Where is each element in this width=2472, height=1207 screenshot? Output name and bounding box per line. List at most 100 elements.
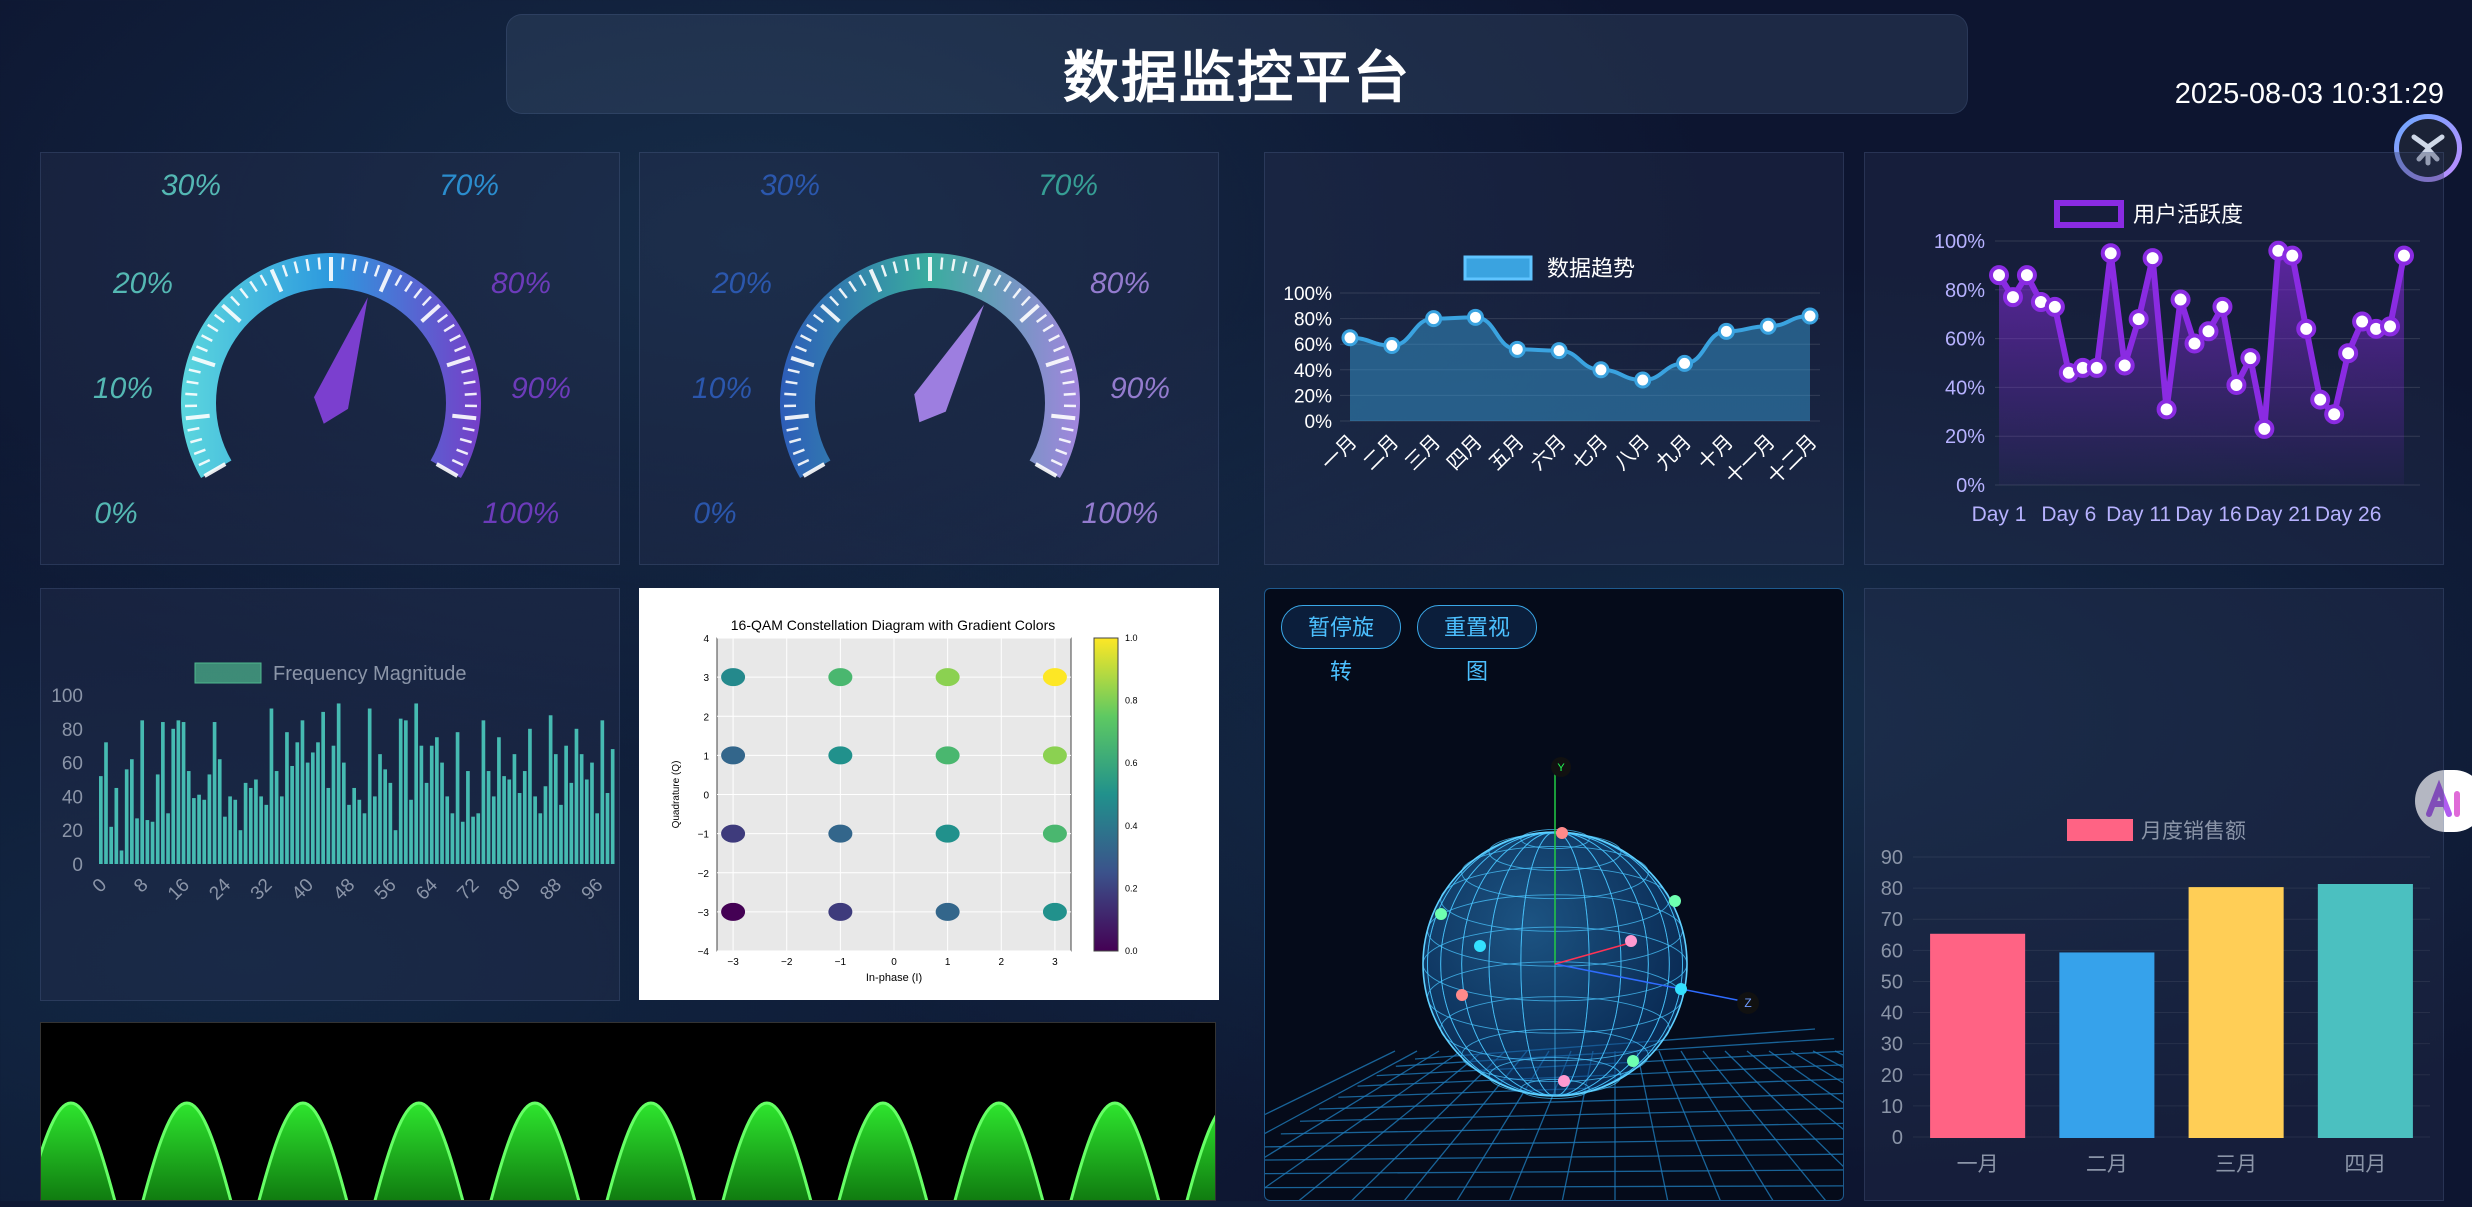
frequency-bar [383, 769, 387, 864]
y-tick-label: 20% [1945, 426, 1985, 448]
frequency-bar [611, 749, 615, 864]
colorbar [1094, 638, 1118, 951]
frequency-bar [507, 780, 511, 865]
gauge-label: 20% [711, 267, 772, 300]
x-tick-label: 八月 [1610, 431, 1654, 475]
x-tick-label: 56 [371, 875, 401, 905]
frequency-bar [528, 729, 532, 864]
activity-point [2131, 311, 2147, 327]
y-tick-label: 80% [1294, 310, 1332, 331]
frequency-bar [445, 796, 449, 864]
frequency-bar [358, 800, 362, 864]
activity-point [2284, 248, 2300, 264]
floor-grid-line [1725, 1051, 1844, 1201]
trend-point [1385, 338, 1399, 352]
legend-swatch [2067, 819, 2133, 841]
frequency-bar [135, 818, 139, 864]
x-tick-label: 五月 [1485, 431, 1529, 475]
constellation-point [936, 825, 960, 843]
frequency-bar [233, 800, 237, 864]
reset-view-button[interactable]: 重置视图 [1417, 605, 1537, 649]
frequency-bar [352, 788, 356, 864]
frequency-bar [120, 850, 124, 864]
constellation-point [936, 903, 960, 921]
constellation-point [1043, 825, 1067, 843]
gauge-label: 80% [491, 267, 551, 300]
legend-swatch [1465, 257, 1531, 279]
y-tick-label: 80% [1945, 280, 1985, 302]
trend-point [1594, 363, 1608, 377]
floor-grid-line [1791, 1051, 1844, 1201]
legend-label: 用户活跃度 [2133, 202, 2243, 227]
sphere-panel[interactable]: YZ 暂停旋转 重置视图 [1264, 588, 1844, 1201]
gauge-tick [784, 394, 796, 395]
trend-point [1427, 312, 1441, 326]
gauge-arc [780, 253, 1080, 478]
frequency-bar [239, 830, 243, 864]
colorbar-tick-label: 0.0 [1125, 946, 1138, 956]
x-tick-label: 二月 [1360, 431, 1404, 475]
y-tick-label: 40% [1945, 377, 1985, 399]
wave-hump [717, 1103, 817, 1201]
x-tick-label: Day 16 [2175, 503, 2242, 526]
pause-rotation-button[interactable]: 暂停旋转 [1281, 605, 1401, 649]
constellation-point [1043, 746, 1067, 764]
wave-hump [1065, 1103, 1165, 1201]
sphere-marker [1474, 940, 1486, 952]
gauge-label: 0% [94, 497, 137, 530]
frequency-bar [575, 729, 579, 864]
gauge-needle [314, 297, 368, 424]
y-tick-label: 10 [1881, 1096, 1903, 1118]
gauge-tick [342, 258, 343, 270]
gauge-tick [185, 394, 197, 395]
legend-label: 数据趋势 [1547, 256, 1635, 281]
gauge-arc [181, 253, 481, 478]
y-tick-label: −1 [698, 830, 710, 841]
frequency-bar [166, 813, 170, 864]
frequency-bar [564, 746, 568, 864]
wave-hump [137, 1103, 237, 1201]
wave-hump [41, 1103, 121, 1201]
frequency-bar [218, 759, 222, 864]
sphere-marker [1435, 908, 1447, 920]
gauge-panel-1: 0%10%20%30%70%80%90%100% [40, 152, 620, 565]
trend-point [1510, 342, 1524, 356]
frequency-bar [109, 827, 113, 864]
gauge-tick [785, 416, 809, 419]
activity-point [2298, 321, 2314, 337]
gauge-label: 90% [1110, 372, 1170, 405]
sphere-marker [1625, 935, 1637, 947]
y-axis-label: Y [1557, 762, 1565, 774]
frequency-bar [595, 813, 599, 864]
y-tick-label: 3 [703, 673, 709, 684]
constellation-point [721, 746, 745, 764]
frequency-bar [456, 732, 460, 864]
sphere-marker [1456, 989, 1468, 1001]
colorbar-tick-label: 0.4 [1125, 821, 1138, 831]
frequency-bar [223, 817, 227, 864]
frequency-bar [104, 742, 108, 864]
floor-grid-line [1265, 1185, 1844, 1188]
activity-point [2145, 250, 2161, 266]
constellation-point [721, 668, 745, 686]
frequency-bar [249, 788, 253, 864]
activity-point [2173, 292, 2189, 308]
frequency-bar-chart: Frequency Magnitude020406080100081624324… [41, 589, 621, 1002]
legend-label: 月度销售额 [2141, 820, 2246, 843]
y-tick-label: 40 [1881, 1003, 1903, 1025]
y-tick-label: 0% [1956, 475, 1985, 497]
gauge-label: 100% [483, 497, 560, 530]
floor-grid-line [1265, 1153, 1844, 1161]
gauge-label: 70% [439, 169, 499, 202]
x-tick-label: 一月 [1318, 431, 1362, 475]
gauge-tick [786, 382, 798, 384]
frequency-bar [409, 800, 413, 864]
x-tick-label: 88 [536, 875, 566, 905]
sales-bar [2319, 885, 2412, 1137]
sphere-marker [1556, 827, 1568, 839]
gauge-tick [452, 416, 476, 419]
x-tick-label: 三月 [1401, 431, 1445, 475]
gauge-needle [914, 305, 984, 422]
gauge-tick [187, 382, 199, 384]
wave-hump [485, 1103, 585, 1201]
